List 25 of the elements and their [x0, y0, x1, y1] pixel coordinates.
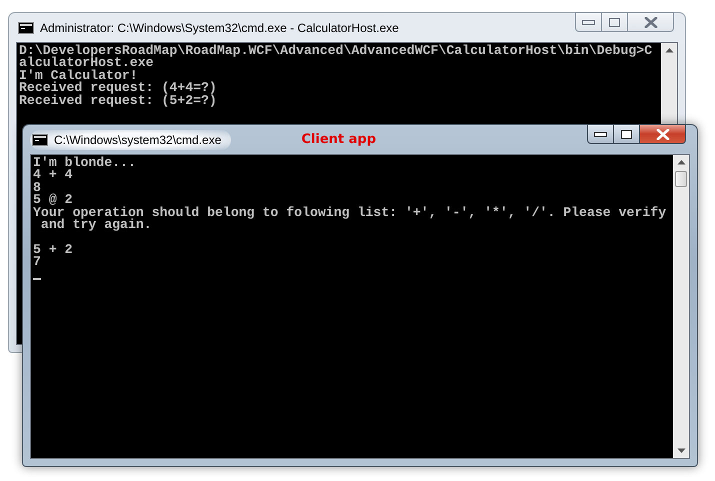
console-line: Received request: (5+2=?) [19, 94, 218, 108]
console-line: 7 [33, 256, 42, 269]
close-button[interactable] [640, 124, 686, 144]
console-line: alculatorHost.exe [19, 57, 154, 70]
scroll-up-icon[interactable] [664, 47, 674, 53]
console-line: I'm blonde... [33, 157, 137, 170]
window-title: Administrator: C:\Windows\System32\cmd.exe - CalculatorHost.exe [40, 20, 399, 34]
console-line: Your operation should belong to folowing list: '+', '-', '*', '/'. Please verify [33, 206, 668, 220]
maximize-button[interactable] [614, 124, 640, 144]
scroll-up-icon[interactable] [676, 159, 686, 165]
window-title: C:\Windows\system32\cmd.exe [54, 132, 222, 146]
console-line: D:\DevelopersRoadMap\RoadMap.WCF\Advanced\AdvancedWCF\CalculatorHost\bin\Debug>C [19, 45, 654, 58]
console-line: Received request: (4+4=?) [19, 82, 218, 95]
minimize-button[interactable] [587, 124, 614, 144]
console-line: 5 @ 2 [33, 194, 73, 207]
console-line: and try again. [40, 219, 153, 232]
console-line: 8 [33, 182, 42, 194]
console-icon [32, 134, 48, 146]
caption-label: Client app [301, 132, 376, 147]
console-line: 4 + 4 [33, 169, 74, 182]
scroll-thumb[interactable] [675, 171, 687, 187]
scroll-down-icon[interactable] [676, 448, 686, 454]
console-line: I'm Calculator! [19, 70, 138, 82]
console-icon [18, 22, 34, 34]
console-line: 5 + 2 [33, 244, 74, 256]
